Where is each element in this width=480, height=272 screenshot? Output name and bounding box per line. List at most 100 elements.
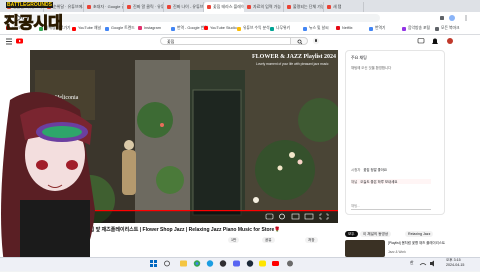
- recommendation-item[interactable]: [Playlist] 봄처럼 꽃향 재즈 플레이리스트 Jazz & Work: [345, 240, 470, 257]
- bookmark-item[interactable]: 나무위키: [270, 26, 290, 31]
- clock-date[interactable]: 2024-04-15: [446, 263, 464, 267]
- live-chat-panel: 주요 채팅 채팅에 오신 것을 환영합니다 시청자 꽃집 정말 좋아요 채널 오…: [345, 50, 445, 215]
- game-logo: BATTLEGROUNDS 진공시대: [2, 2, 63, 34]
- recommendation-thumbnail: [345, 240, 385, 257]
- tab-favicon-icon: [87, 5, 91, 9]
- bookmark-item[interactable]: 모든 북마크: [435, 26, 460, 31]
- like-count: 1만: [231, 237, 237, 242]
- bookmark-favicon-icon: [171, 26, 175, 31]
- mic-icon[interactable]: [312, 37, 320, 45]
- share-button[interactable]: 공유: [262, 237, 275, 243]
- chip-channel[interactable]: 이 채널의 동영상: [360, 231, 392, 237]
- chat-text: 오늘도 좋은 하루 보내세요: [360, 180, 398, 184]
- save-label: 저장: [308, 237, 315, 242]
- input-language[interactable]: 한: [410, 260, 414, 266]
- chip-all[interactable]: 모두: [345, 231, 358, 237]
- bookmark-item[interactable]: 유튜브 수익 분석: [237, 26, 270, 31]
- bookmark-favicon-icon: [435, 26, 439, 31]
- youtube-header: 꽃집: [0, 35, 480, 49]
- notifications-icon[interactable]: [432, 38, 438, 45]
- bookmark-favicon-icon: [138, 26, 142, 30]
- tab-label: 진짜 알 클릭 · 유튜브 채널: [133, 4, 163, 9]
- chat-author: 시청자: [351, 168, 361, 172]
- search-button[interactable]: [290, 37, 308, 45]
- tab-favicon-icon: [207, 5, 211, 9]
- save-button[interactable]: 저장: [305, 237, 318, 243]
- settings-taskbar-icon[interactable]: [287, 260, 293, 267]
- extensions-icon[interactable]: [440, 16, 444, 20]
- chrome-icon[interactable]: [193, 260, 201, 267]
- chip-jazz[interactable]: Relaxing Jazz: [405, 231, 434, 237]
- bookmark-favicon-icon: [336, 26, 340, 30]
- bookmark-item[interactable]: 음악방송 포털: [402, 26, 430, 31]
- bookmark-item[interactable]: 뉴스 및 날씨: [303, 26, 329, 31]
- tab-favicon-icon: [287, 5, 291, 9]
- browser-tab[interactable]: 꽃집 테라스 플레이: [204, 2, 244, 12]
- browser-tab[interactable]: 불명되는 단체 가능: [284, 2, 324, 12]
- bookmark-favicon-icon: [237, 26, 241, 31]
- browser-tab[interactable]: 자료의 입력 가능: [244, 2, 284, 12]
- recommendation-title: [Playlist] 봄처럼 꽃향 재즈 플레이리스트: [388, 241, 445, 245]
- address-bar[interactable]: [28, 14, 380, 22]
- tab-favicon-icon: [327, 5, 331, 9]
- tab-label: 초대자 · Google 검색: [93, 4, 123, 9]
- bookmark-favicon-icon: [72, 26, 76, 31]
- file-explorer-icon[interactable]: [180, 260, 187, 267]
- browser-tab[interactable]: 진짜 알 클릭 · 유튜브 채널: [124, 2, 164, 12]
- share-label: 공유: [265, 237, 272, 242]
- vtuber-avatar: [0, 90, 110, 270]
- bookmark-item[interactable]: Instagram: [138, 26, 161, 30]
- volume-icon[interactable]: [430, 260, 434, 267]
- video-overlay-subtitle: Lovely moment of your life with pleasant…: [256, 62, 329, 66]
- bookmark-favicon-icon: [105, 26, 109, 31]
- bookmark-label: Google 트렌드: [111, 26, 135, 30]
- chip-label: 모두: [348, 231, 355, 236]
- start-icon[interactable]: [150, 260, 157, 267]
- tab-label: 꽃집 테라스 플레이: [213, 4, 244, 9]
- kakaotalk-icon[interactable]: [259, 260, 266, 267]
- search-input[interactable]: 꽃집: [160, 37, 300, 45]
- youtube-logo-icon[interactable]: [16, 38, 23, 44]
- game-logo-top: BATTLEGROUNDS: [6, 2, 53, 8]
- bookmark-item[interactable]: 번역 - Google 번역: [171, 26, 208, 31]
- steam-icon[interactable]: [246, 260, 254, 267]
- bookmark-item[interactable]: YouTube Studio: [204, 26, 237, 30]
- hamburger-menu-icon[interactable]: [6, 38, 12, 45]
- bookmark-item[interactable]: Google 트렌드: [105, 26, 135, 31]
- tab-label: 불명되는 단체 가능: [293, 4, 324, 9]
- video-overlay-title: FLOWER & JAZZ Playlist 2024: [252, 54, 337, 60]
- browser-tab[interactable]: 진짜 나이 - 유튜브 채널: [164, 2, 204, 12]
- bookmark-item[interactable]: Netflix: [336, 26, 353, 30]
- tab-favicon-icon: [247, 5, 251, 9]
- recommendation-channel: Jazz & Work: [388, 250, 406, 254]
- obs-icon[interactable]: [219, 260, 227, 267]
- chat-author: 채널: [351, 180, 358, 184]
- avatar[interactable]: [447, 38, 453, 44]
- tab-favicon-icon: [167, 5, 171, 9]
- profile-icon[interactable]: [449, 15, 455, 21]
- like-button[interactable]: 1만: [228, 237, 240, 243]
- discord-icon[interactable]: [233, 260, 240, 267]
- menu-icon[interactable]: [465, 15, 467, 21]
- browser-tab[interactable]: 새 탭: [324, 2, 364, 12]
- bookmark-favicon-icon: [402, 26, 406, 31]
- bookmark-label: 번역기: [375, 26, 386, 30]
- edge-icon[interactable]: [206, 260, 214, 267]
- bookmark-item[interactable]: YouTube 채널: [72, 26, 101, 31]
- search-taskbar-icon[interactable]: [164, 260, 170, 267]
- search-icon: [297, 39, 303, 45]
- bookmark-label: 유튜브 수익 분석: [243, 26, 270, 30]
- tab-favicon-icon: [127, 5, 131, 9]
- video-title: 꽃집 앞 재즈플레이리스트 | Flower Shop Jazz | Relax…: [85, 227, 281, 233]
- bookmark-favicon-icon: [270, 26, 274, 31]
- youtube-taskbar-icon[interactable]: [272, 261, 279, 266]
- chat-message: 시청자 꽃집 정말 좋아요: [351, 167, 387, 172]
- chat-input[interactable]: 채팅...: [351, 203, 431, 210]
- chip-label: Relaxing Jazz: [408, 232, 431, 236]
- bookmark-item[interactable]: 번역기: [369, 26, 385, 31]
- chat-header[interactable]: 주요 채팅: [351, 55, 367, 61]
- bookmark-label: 뉴스 및 날씨: [309, 26, 329, 30]
- create-icon[interactable]: [417, 38, 425, 44]
- browser-tab[interactable]: 초대자 · Google 검색: [84, 2, 124, 12]
- bookmark-label: Instagram: [144, 26, 161, 30]
